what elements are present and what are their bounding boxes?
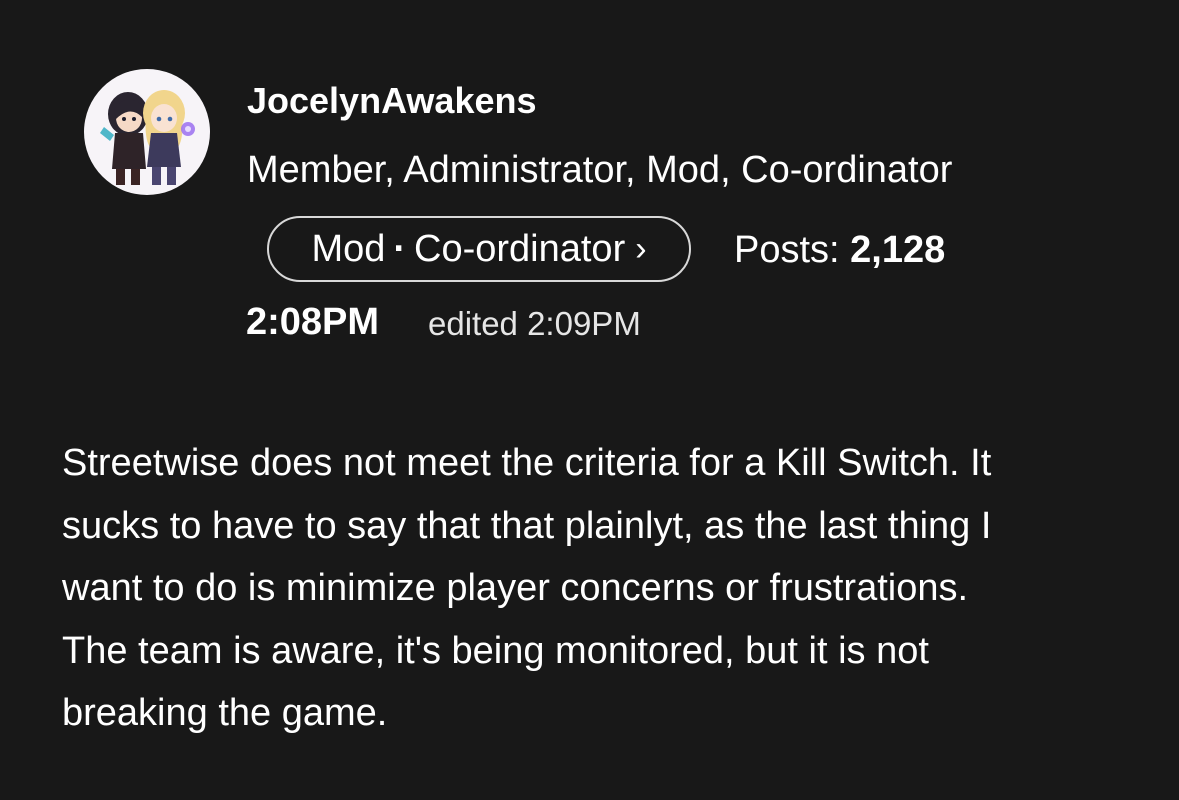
user-roles: Member, Administrator, Mod, Co-ordinator [247,149,953,191]
post-count-value: 2,128 [850,229,946,271]
role-badge-primary: Mod [311,228,386,270]
chevron-right-icon: › [635,230,647,268]
role-badge-separator: · [393,228,407,270]
post-timestamp[interactable]: 2:08PM [246,300,379,344]
post-count-label: Posts: [734,229,840,271]
post-body-line: want to do is minimize player concerns o… [62,567,969,609]
role-badge-secondary: Co-ordinator [414,228,626,270]
username[interactable]: JocelynAwakens [247,80,537,122]
role-badge-button[interactable]: Mod · Co-ordinator › [267,216,691,282]
post-body-line: Streetwise does not meet the criteria fo… [62,442,992,484]
avatar-illustration-icon [100,90,195,185]
user-avatar[interactable] [84,69,210,195]
post-body: Streetwise does not meet the criteria fo… [62,432,1132,745]
post-body-line: The team is aware, it's being monitored,… [62,629,929,672]
edited-timestamp[interactable]: edited 2:09PM [428,304,641,344]
post-body-line: sucks to have to say that that plainlyt,… [62,504,992,547]
post-body-line: breaking the game. [62,692,388,734]
comment-post: JocelynAwakens Member, Administrator, Mo… [0,0,1179,800]
post-count: Posts: 2,128 [734,228,945,272]
